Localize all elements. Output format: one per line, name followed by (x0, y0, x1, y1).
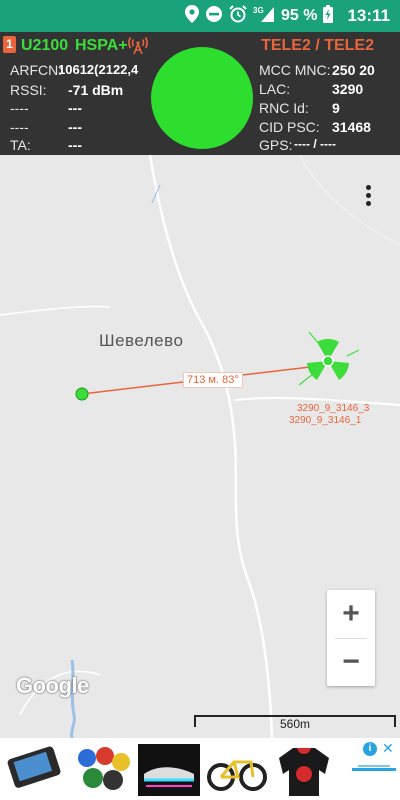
menu-dot-icon (365, 201, 371, 206)
cell-info-panel: 1 U2100 HSPA+ TELE2 / TELE2 ARFCN: 10612… (0, 32, 400, 155)
location-icon (184, 4, 199, 28)
info-row-rssi: RSSI: (10, 82, 47, 98)
lac-value: 3290 (332, 81, 364, 97)
cell-tower-icon[interactable] (297, 330, 359, 392)
operator-label: TELE2 / TELE2 (261, 37, 374, 54)
light-up-sneakers-product[interactable] (138, 744, 200, 796)
info-row-arfcn: ARFCN: (10, 62, 63, 78)
menu-dot-icon (365, 185, 371, 190)
zoom-controls: + − (327, 590, 375, 686)
battery-charging-icon (323, 4, 334, 28)
do-not-disturb-icon (205, 5, 223, 28)
status-bar: 3G 95 % 13:11 (0, 0, 400, 32)
ta-value: --- (68, 137, 82, 153)
info-row-blank-1: ---- (10, 100, 29, 116)
blank-1-value: --- (68, 100, 82, 116)
bicycle-product[interactable] (206, 744, 268, 796)
google-logo: Google (16, 673, 89, 698)
advertiser-logo[interactable] (352, 762, 396, 772)
cell-label-2: 3290_9_3146_1 (289, 415, 362, 426)
zoom-in-button[interactable]: + (327, 590, 375, 638)
band-label: U2100 (21, 37, 69, 54)
scale-label: 560m (279, 717, 311, 731)
mcc-mnc-value: 250 20 (332, 62, 375, 78)
info-row-blank-2: ---- (10, 119, 29, 135)
info-row-ta: TA: (10, 137, 31, 153)
info-row-rnc: RNC Id: (259, 100, 309, 116)
info-row-gps: GPS: (259, 137, 293, 153)
gps-value: ---- / ---- (294, 137, 336, 151)
menu-dot-icon (365, 193, 371, 198)
info-row-mcc-mnc: MCC MNC: (259, 62, 331, 78)
app-screen: 3G 95 % 13:11 1 U2100 HSPA+ TELE2 / TELE… (0, 0, 400, 800)
distance-label: 713 м. 83° (183, 372, 243, 388)
zoom-out-button[interactable]: − (327, 638, 375, 686)
svg-text:3G: 3G (253, 6, 264, 15)
hoodie-product[interactable] (273, 744, 335, 796)
blank-2-value: --- (68, 119, 82, 135)
ad-banner[interactable]: i ✕ (0, 738, 400, 800)
battery-percent: 95 % (280, 7, 318, 24)
alarm-icon (229, 4, 247, 28)
place-name-label: Шевелево (99, 331, 184, 350)
map-scale-bar: 560m (194, 711, 396, 733)
map-view[interactable]: Шевелево 713 м. 83° 3290_9_3146_3 3290_9… (0, 155, 400, 738)
info-row-lac: LAC: (259, 81, 291, 97)
overflow-menu-button[interactable] (360, 183, 376, 209)
rnc-value: 9 (332, 100, 340, 116)
clock: 13:11 (347, 6, 390, 25)
arfcn-value: 10612(2122,4 (58, 62, 139, 77)
cid-psc-value: 31468 (332, 119, 371, 135)
sim-slot-badge: 1 (3, 36, 16, 53)
info-row-cid-psc: CID PSC: (259, 119, 320, 135)
antenna-icon (127, 35, 149, 55)
signal-strength-indicator (151, 47, 253, 149)
rssi-value: -71 dBm (68, 82, 124, 98)
close-icon[interactable]: ✕ (382, 740, 394, 757)
phone-case-product[interactable] (3, 744, 67, 796)
ad-info-icon[interactable]: i (363, 742, 377, 756)
zoom-divider (335, 638, 367, 639)
cell-label-1: 3290_9_3146_3 (297, 403, 370, 414)
technology-label: HSPA+ (75, 37, 128, 54)
bowling-balls-product[interactable] (73, 744, 133, 796)
signal-icon: 3G (253, 5, 275, 28)
